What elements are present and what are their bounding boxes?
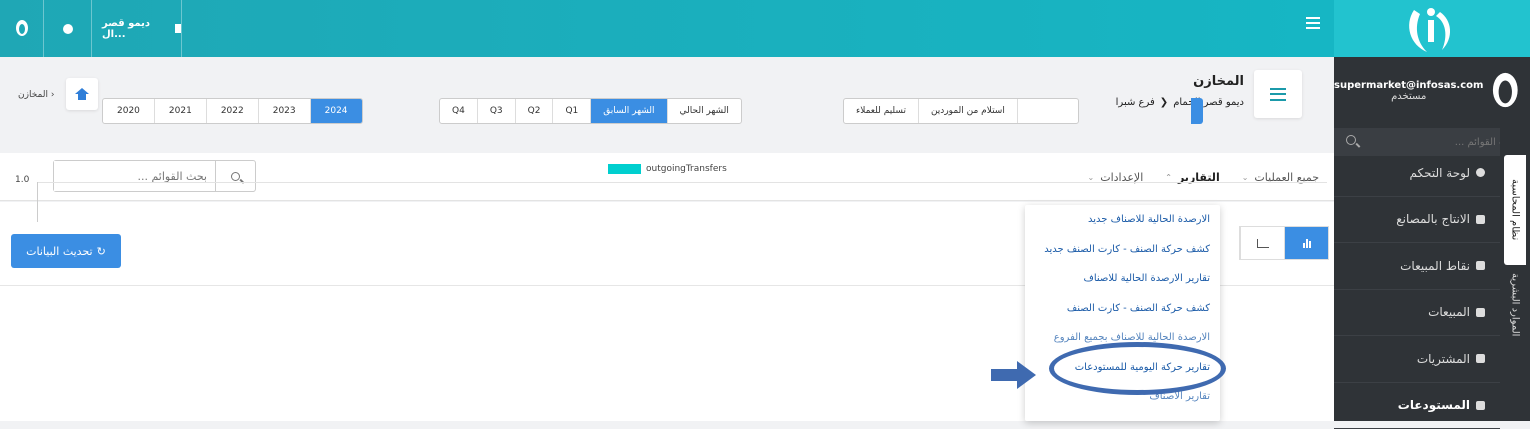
chart-type-toggle xyxy=(1239,226,1329,260)
sidebar-vertical-tabs: نظام المحاسبة الموارد البشرية xyxy=(1500,125,1530,421)
globe-icon xyxy=(63,24,73,34)
menu-search xyxy=(53,160,256,192)
refresh-data-button[interactable]: تحديث البيانات ↻ xyxy=(11,234,121,268)
chevron-down-icon: ⌄ xyxy=(1242,173,1249,182)
company-selector[interactable]: ديمو قصر ال... xyxy=(92,0,182,57)
path-company: ديمو قصر الحمام xyxy=(1173,97,1244,108)
page-title: المخازن xyxy=(1193,74,1244,89)
sidebar-item-label: الانتاج بالمصانع xyxy=(1396,212,1470,226)
line-chart-button[interactable] xyxy=(1240,227,1284,259)
company-name: ديمو قصر ال... xyxy=(102,18,171,40)
sidebar-item-label: المشتريات xyxy=(1417,352,1470,366)
search-icon xyxy=(231,172,240,181)
operation-option[interactable] xyxy=(1018,99,1078,123)
factory-icon xyxy=(1476,215,1485,224)
path-branch: فرع شبرا xyxy=(1116,97,1155,108)
operation-option[interactable]: تسليم للعملاء xyxy=(844,99,919,123)
legend-swatch xyxy=(608,164,641,174)
dropdown-item[interactable]: كشف حركة الصنف - كارت الصنف xyxy=(1025,294,1220,324)
user-avatar-icon xyxy=(1491,71,1520,111)
annotation-highlight-ellipse xyxy=(1049,342,1226,395)
list-icon xyxy=(1270,88,1286,101)
y-tick-label: 1.0 xyxy=(15,175,29,185)
sidebar-item-purchases[interactable]: المشتريات xyxy=(1334,336,1500,383)
operation-option-selected[interactable] xyxy=(1191,98,1203,124)
sidebar-item-pos[interactable]: نقاط المبيعات xyxy=(1334,243,1500,290)
period-filter: Q4 Q3 Q2 Q1 الشهر السابق الشهر الحالي xyxy=(439,98,742,124)
year-filter: 2020 2021 2022 2023 2024 xyxy=(102,98,363,124)
breadcrumb-item[interactable]: المخازن xyxy=(18,90,48,100)
sidebar-item-label: المبيعات xyxy=(1428,305,1470,319)
year-option[interactable]: 2021 xyxy=(155,99,207,123)
top-bar: ديمو قصر ال... xyxy=(0,0,1334,57)
tab-hr[interactable]: الموارد البشرية xyxy=(1504,260,1526,350)
chevron-down-icon: ⌄ xyxy=(1088,173,1095,182)
year-option[interactable]: 2020 xyxy=(103,99,155,123)
dropdown-item[interactable]: تقارير الارصدة الحالية للاصناف xyxy=(1025,264,1220,294)
sidebar-item-warehouses[interactable]: المستودعات xyxy=(1334,383,1500,429)
sidebar-item-sales[interactable]: المبيعات xyxy=(1334,290,1500,337)
sidebar-item-dashboard[interactable]: لوحة التحكم xyxy=(1334,150,1500,197)
chart-legend: outgoingTransfers xyxy=(608,164,727,174)
chevron-left-icon: ❯ xyxy=(1160,97,1168,108)
period-option[interactable]: الشهر الحالي xyxy=(668,99,741,123)
home-button[interactable] xyxy=(66,78,98,110)
user-avatar-button[interactable] xyxy=(0,0,44,57)
home-icon xyxy=(75,88,89,100)
avatar-icon xyxy=(15,20,29,38)
sidebar-search-input[interactable] xyxy=(1346,137,1518,148)
year-option[interactable]: 2022 xyxy=(207,99,259,123)
logo[interactable] xyxy=(1334,0,1530,57)
hamburger-icon[interactable] xyxy=(1306,17,1320,29)
top-bar-left: ديمو قصر ال... xyxy=(0,0,182,57)
sidebar: supermarket@infosas.com مستخدم لوحة التح… xyxy=(1334,0,1530,421)
period-option[interactable]: Q2 xyxy=(516,99,554,123)
user-role: مستخدم xyxy=(1334,91,1483,102)
warehouse-icon xyxy=(1476,401,1485,410)
user-email: supermarket@infosas.com xyxy=(1334,80,1483,91)
nav-bar: جميع العمليات ⌄ التقارير ⌃ الإعدادات ⌄ xyxy=(0,153,1334,201)
legend-label: outgoingTransfers xyxy=(646,164,727,174)
year-option-selected[interactable]: 2024 xyxy=(311,99,362,123)
period-option[interactable]: Q1 xyxy=(553,99,591,123)
pos-icon xyxy=(1476,261,1485,270)
sidebar-item-factories[interactable]: الانتاج بالمصانع xyxy=(1334,197,1500,244)
menu-search-input[interactable] xyxy=(54,161,215,191)
sidebar-item-label: لوحة التحكم xyxy=(1410,166,1471,180)
tab-accounting[interactable]: نظام المحاسبة xyxy=(1504,155,1526,265)
dashboard-icon xyxy=(1476,168,1485,177)
sidebar-item-label: المستودعات xyxy=(1398,398,1470,412)
dropdown-item[interactable]: الارصدة الحالية للاصناف جديد xyxy=(1025,205,1220,235)
refresh-label: تحديث البيانات xyxy=(26,245,92,258)
user-profile[interactable]: supermarket@infosas.com مستخدم xyxy=(1334,57,1530,125)
sidebar-item-label: نقاط المبيعات xyxy=(1400,259,1470,273)
language-button[interactable] xyxy=(44,0,92,57)
year-option[interactable]: 2023 xyxy=(259,99,311,123)
breadcrumb: المخازن › xyxy=(18,90,54,100)
bar-chart-icon xyxy=(1303,238,1311,248)
menu-list-button[interactable] xyxy=(1254,70,1302,118)
refresh-icon: ↻ xyxy=(97,245,106,258)
money-icon xyxy=(1476,354,1485,363)
sidebar-menu: لوحة التحكم الانتاج بالمصانع نقاط المبيع… xyxy=(1334,150,1500,429)
period-option[interactable]: Q4 xyxy=(440,99,478,123)
building-icon xyxy=(175,24,181,33)
chart-grid-line xyxy=(37,182,1327,183)
chevron-up-icon: ⌃ xyxy=(1165,173,1172,182)
annotation-arrow-icon xyxy=(991,361,1036,389)
operation-option[interactable]: استلام من الموردين xyxy=(919,99,1018,123)
line-chart-icon xyxy=(1257,239,1269,248)
chevron-right-icon: › xyxy=(51,90,55,100)
bar-chart-button[interactable] xyxy=(1284,227,1328,259)
search-button[interactable] xyxy=(215,161,255,191)
dropdown-item[interactable]: كشف حركة الصنف - كارت الصنف جديد xyxy=(1025,235,1220,265)
truck-icon xyxy=(1476,308,1485,317)
chart-y-axis xyxy=(37,182,38,222)
period-option[interactable]: Q3 xyxy=(478,99,516,123)
search-icon[interactable] xyxy=(1346,135,1356,145)
operation-filter: تسليم للعملاء استلام من الموردين xyxy=(843,98,1079,124)
period-option-selected[interactable]: الشهر السابق xyxy=(591,99,667,123)
company-path: ديمو قصر الحمام ❯ فرع شبرا xyxy=(1116,97,1244,108)
logo-icon xyxy=(1402,0,1462,57)
